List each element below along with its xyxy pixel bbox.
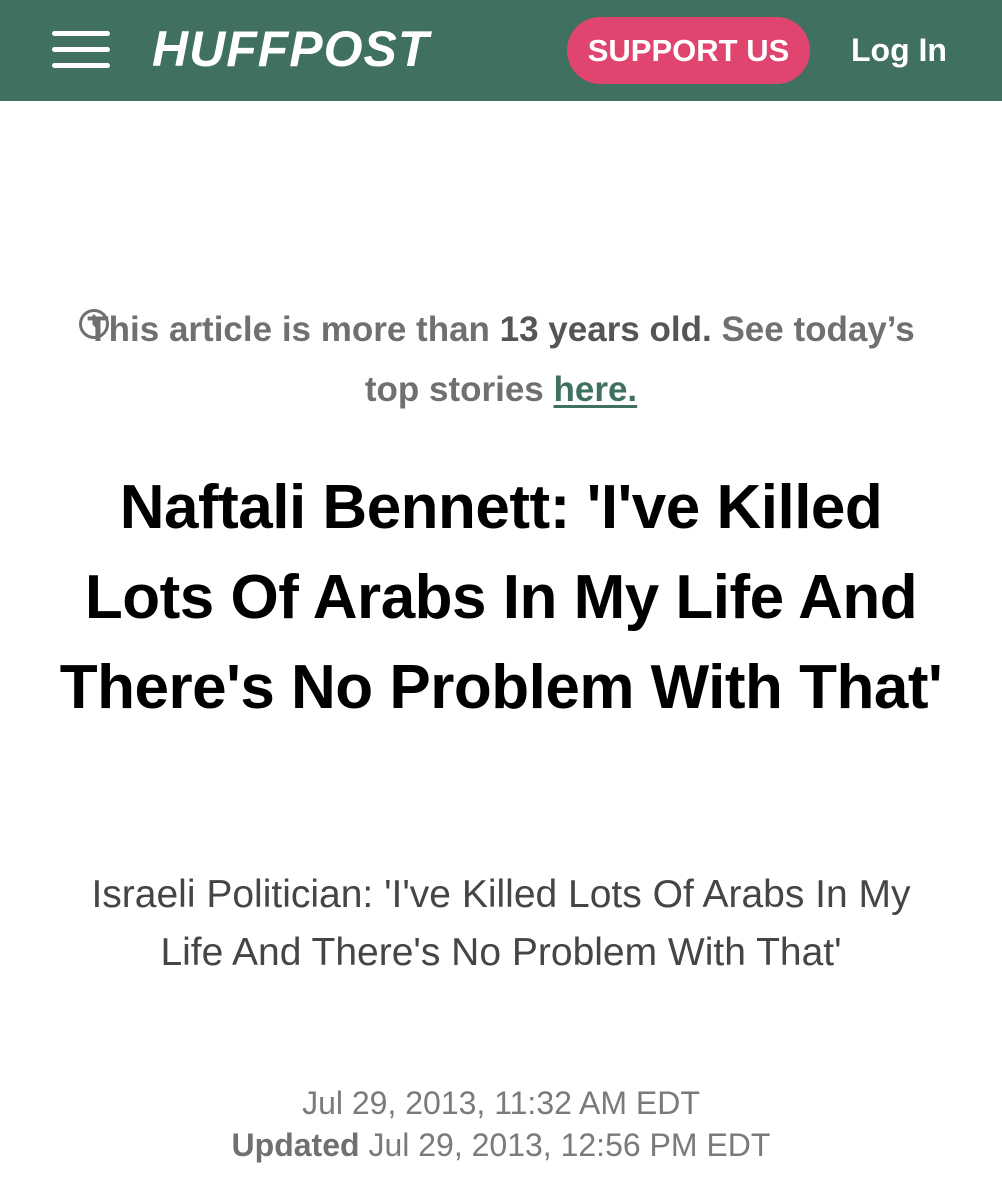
site-header: HUFFPOST SUPPORT US Log In bbox=[0, 0, 1002, 101]
old-article-notice: This article is more than 13 years old. … bbox=[60, 300, 942, 420]
support-us-button[interactable]: SUPPORT US bbox=[567, 17, 810, 84]
menu-line bbox=[52, 63, 110, 68]
top-stories-link[interactable]: here. bbox=[553, 370, 637, 409]
article-dates: Jul 29, 2013, 11:32 AM EDT Updated Jul 2… bbox=[60, 1082, 942, 1166]
huffpost-logo[interactable]: HUFFPOST bbox=[152, 18, 429, 80]
log-in-link[interactable]: Log In bbox=[851, 17, 947, 84]
menu-line bbox=[52, 31, 110, 36]
published-date: Jul 29, 2013, 11:32 AM EDT bbox=[302, 1085, 700, 1121]
article-subheadline: Israeli Politician: 'I've Killed Lots Of… bbox=[91, 873, 911, 974]
updated-line: Updated Jul 29, 2013, 12:56 PM EDT bbox=[60, 1124, 942, 1166]
updated-label: Updated bbox=[231, 1127, 360, 1163]
notice-prefix: This article is more than bbox=[87, 310, 500, 349]
hamburger-menu-icon[interactable] bbox=[52, 30, 110, 70]
menu-line bbox=[52, 47, 110, 52]
article-age: 13 years old. bbox=[499, 310, 712, 349]
updated-date: Jul 29, 2013, 12:56 PM EDT bbox=[368, 1127, 771, 1163]
article-headline: Naftali Bennett: 'I've Killed Lots Of Ar… bbox=[59, 473, 943, 722]
